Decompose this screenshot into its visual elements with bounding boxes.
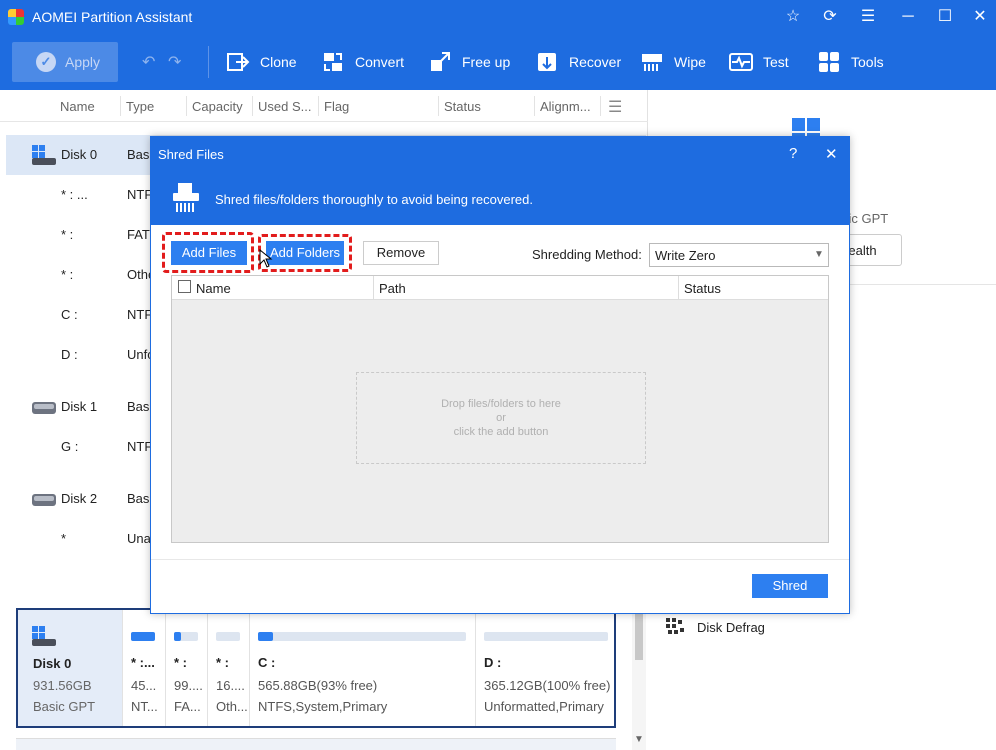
tools-button[interactable]: Tools [817, 49, 884, 75]
star-icon[interactable]: ☆ [781, 6, 805, 28]
undo-icon[interactable]: ↶ [142, 52, 155, 72]
recover-icon [535, 50, 559, 74]
disk-icon [32, 145, 56, 165]
minimize-icon[interactable]: ─ [896, 6, 920, 28]
scrollbar-thumb[interactable] [635, 614, 643, 660]
shred-files-dialog: Shred Files ? ✕ Shred files/folders thor… [150, 136, 850, 614]
dialog-title: Shred Files [158, 147, 224, 162]
disk-defrag-icon [666, 618, 684, 634]
test-button[interactable]: Test [729, 49, 789, 75]
free-up-button[interactable]: Free up [428, 49, 510, 75]
title-bar: AOMEI Partition Assistant ☆ ⟳ ☰ ─ ☐ ✕ [0, 0, 996, 34]
file-table-header: Name Path Status [172, 276, 828, 300]
usage-bar [216, 632, 240, 641]
help-icon[interactable]: ? [789, 145, 797, 162]
dialog-title-bar: Shred Files ? ✕ [151, 137, 849, 171]
col-name[interactable]: Name [60, 99, 95, 114]
usage-bar [131, 632, 155, 641]
partition-segment[interactable]: * :... 45... NT... [122, 610, 165, 726]
scroll-down-icon[interactable]: ▼ [634, 734, 644, 745]
shred-button[interactable]: Shred [752, 574, 828, 598]
disk-defrag-item[interactable]: Disk Defrag [666, 616, 765, 638]
col-file-path: Path [379, 281, 406, 296]
disk-size: 931.56GB [33, 678, 92, 693]
mouse-cursor-icon [259, 249, 273, 268]
disk-icon [32, 402, 56, 414]
clone-icon [226, 50, 250, 74]
wipe-button[interactable]: Wipe [640, 49, 706, 75]
select-all-checkbox[interactable] [178, 280, 191, 293]
column-settings-icon[interactable]: ☰ [608, 97, 622, 117]
usage-bar [174, 632, 198, 641]
recover-button[interactable]: Recover [535, 49, 621, 75]
disk-map-next [16, 738, 616, 750]
toolbar: ✓ Apply ↶ ↷ Clone Convert Free up Recove… [0, 34, 996, 90]
tools-icon [817, 50, 841, 74]
disk-map-disk-info[interactable]: Disk 0 931.56GB Basic GPT [18, 610, 122, 726]
shredder-icon [173, 183, 199, 212]
app-logo-icon [8, 9, 24, 25]
partition-segment[interactable]: D : 365.12GB(100% free) Unformatted,Prim… [475, 610, 614, 726]
dialog-divider [151, 559, 849, 560]
file-table: Name Path Status Drop files/folders to h… [171, 275, 829, 543]
disk-name: Disk 0 [33, 656, 72, 671]
partition-segment[interactable]: * : 99.... FA... [165, 610, 207, 726]
disk-icon [32, 494, 56, 506]
test-icon [729, 50, 753, 74]
drop-zone[interactable]: Drop files/folders to here or click the … [356, 372, 646, 464]
free-up-icon [428, 50, 452, 74]
check-icon: ✓ [36, 52, 56, 72]
convert-icon [321, 50, 345, 74]
remove-button[interactable]: Remove [363, 241, 439, 265]
vertical-scrollbar[interactable]: ▼ [632, 610, 646, 750]
disk-type: Basic GPT [33, 699, 96, 714]
partition-segment[interactable]: * : 16.... Oth... [207, 610, 249, 726]
col-capacity[interactable]: Capacity [192, 99, 243, 114]
wipe-icon [640, 50, 664, 74]
column-header: Name Type Capacity Used S... Flag Status… [0, 90, 648, 122]
partition-segment[interactable]: C : 565.88GB(93% free) NTFS,System,Prima… [249, 610, 475, 726]
shredding-method-select[interactable]: Write Zero ▼ [649, 243, 829, 267]
col-status[interactable]: Status [444, 99, 481, 114]
disk-icon [32, 626, 56, 646]
dialog-banner: Shred files/folders thoroughly to avoid … [151, 171, 849, 225]
menu-icon[interactable]: ☰ [856, 6, 880, 28]
highlight-box [162, 232, 254, 273]
convert-button[interactable]: Convert [321, 49, 404, 75]
disk-map: Disk 0 931.56GB Basic GPT * :... 45... N… [16, 608, 616, 728]
col-file-status: Status [684, 281, 721, 296]
shredding-method-label: Shredding Method: [532, 247, 642, 262]
apply-button[interactable]: ✓ Apply [12, 42, 118, 82]
close-icon[interactable]: ✕ [825, 145, 838, 163]
col-type[interactable]: Type [126, 99, 154, 114]
usage-bar [484, 632, 608, 641]
redo-icon[interactable]: ↷ [168, 52, 181, 72]
maximize-icon[interactable]: ☐ [933, 6, 957, 28]
clone-button[interactable]: Clone [226, 49, 297, 75]
col-alignment[interactable]: Alignm... [540, 99, 591, 114]
col-used-space[interactable]: Used S... [258, 99, 311, 114]
app-title: AOMEI Partition Assistant [32, 9, 193, 25]
col-flag[interactable]: Flag [324, 99, 349, 114]
close-window-icon[interactable]: ✕ [968, 6, 992, 28]
col-file-name: Name [196, 281, 231, 296]
toolbar-divider [208, 46, 209, 78]
chevron-down-icon: ▼ [814, 249, 824, 260]
usage-bar [258, 632, 466, 641]
dialog-description: Shred files/folders thoroughly to avoid … [215, 192, 533, 207]
refresh-icon[interactable]: ⟳ [818, 6, 842, 28]
